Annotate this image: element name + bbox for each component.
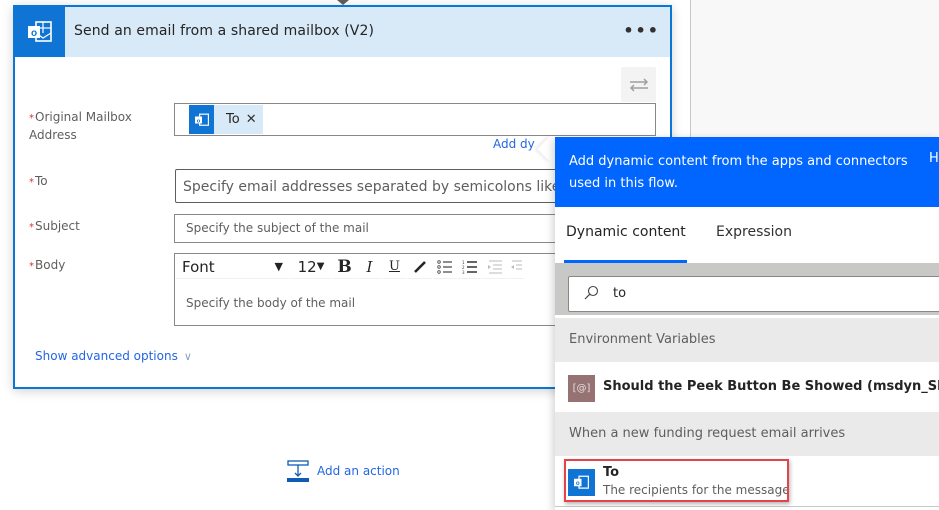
add-action-label: Add an action xyxy=(317,464,400,478)
variable-icon: [@] xyxy=(568,375,595,402)
add-action-icon xyxy=(287,460,309,482)
section-title: When a new funding request email arrives xyxy=(569,426,846,441)
font-value: Font xyxy=(182,257,215,276)
bullet-list-icon[interactable] xyxy=(433,255,458,279)
numbered-list-icon[interactable]: 123 xyxy=(458,255,483,279)
section-trigger[interactable]: When a new funding request email arrives xyxy=(555,412,939,456)
body-label-text: Body xyxy=(35,258,66,272)
search-area: to xyxy=(555,263,939,315)
mailbox-label: *Original Mailbox Address xyxy=(29,109,159,143)
to-label-text: To xyxy=(35,174,48,188)
search-input[interactable]: to xyxy=(568,276,939,312)
font-select[interactable]: Font ▼ xyxy=(176,255,291,279)
show-advanced-options-link[interactable]: Show advanced options ∨ xyxy=(35,349,192,363)
panel-tabs: Dynamic content Expression xyxy=(555,207,939,263)
dynamic-content-panel: Add dynamic content from the apps and co… xyxy=(555,137,939,510)
item-label: Should the Peek Button Be Showed (msdyn_… xyxy=(603,379,939,394)
font-size-value: 12 xyxy=(297,257,317,276)
search-value: to xyxy=(613,286,627,301)
section-environment-variables[interactable]: Environment Variables xyxy=(555,318,939,362)
tab-expression[interactable]: Expression xyxy=(716,224,792,240)
svg-text:o: o xyxy=(576,480,580,487)
to-field[interactable]: Specify email addresses separated by sem… xyxy=(175,169,581,203)
underline-button[interactable]: U xyxy=(383,255,408,279)
required-mark: * xyxy=(29,113,34,124)
mailbox-label-text: Original Mailbox Address xyxy=(29,110,132,142)
svg-text:3: 3 xyxy=(462,270,465,274)
outlook-icon: o xyxy=(189,105,214,134)
outdent-icon[interactable] xyxy=(508,255,525,279)
search-icon xyxy=(584,285,599,300)
subject-field[interactable]: Specify the subject of the mail xyxy=(174,214,574,243)
required-mark: * xyxy=(29,222,34,233)
swap-arrows-icon[interactable] xyxy=(621,67,656,102)
item-description: The recipients for the message xyxy=(603,483,790,497)
bold-button[interactable]: B xyxy=(333,255,358,279)
subject-label: *Subject xyxy=(29,218,80,236)
chevron-down-icon: ∨ xyxy=(183,350,192,363)
svg-text:o: o xyxy=(196,118,200,124)
add-dynamic-content-link[interactable]: Add dy xyxy=(493,137,535,151)
to-placeholder: Specify email addresses separated by sem… xyxy=(183,179,581,195)
list-item-to[interactable]: o To The recipients for the message xyxy=(555,460,939,507)
tab-dynamic-content[interactable]: Dynamic content xyxy=(566,224,686,240)
outlook-icon: o xyxy=(568,469,595,496)
svg-text:o: o xyxy=(31,28,37,39)
add-action-button[interactable]: Add an action xyxy=(287,460,400,482)
section-title: Environment Variables xyxy=(569,332,716,347)
italic-button[interactable]: I xyxy=(358,255,383,279)
required-mark: * xyxy=(29,177,34,188)
list-item[interactable]: [@] Should the Peek Button Be Showed (ms… xyxy=(555,362,939,411)
more-options-button[interactable]: ••• xyxy=(623,21,660,40)
item-label: To xyxy=(603,465,620,480)
required-mark: * xyxy=(29,261,34,272)
dynamic-panel-description: Add dynamic content from the apps and co… xyxy=(569,154,908,191)
body-label: *Body xyxy=(29,257,65,275)
font-size-select[interactable]: 12 ▼ xyxy=(291,255,333,279)
token-label: To xyxy=(226,112,240,127)
rich-text-toolbar: Font ▼ 12 ▼ B I U 123 xyxy=(176,255,573,280)
token-to[interactable]: o To ✕ xyxy=(189,105,263,134)
mailbox-field[interactable]: o To ✕ xyxy=(174,103,656,136)
card-header[interactable]: o Send an email from a shared mailbox (V… xyxy=(15,7,670,57)
indent-icon[interactable] xyxy=(483,255,508,279)
outlook-icon: o xyxy=(15,7,65,57)
to-label: *To xyxy=(29,173,48,191)
dynamic-panel-header: Add dynamic content from the apps and co… xyxy=(555,137,939,207)
close-icon[interactable]: ✕ xyxy=(246,112,257,127)
advanced-label: Show advanced options xyxy=(35,349,178,363)
chevron-down-icon: ▼ xyxy=(274,260,283,273)
subject-label-text: Subject xyxy=(35,219,80,233)
card-title: Send an email from a shared mailbox (V2) xyxy=(74,23,375,39)
body-editor[interactable]: Font ▼ 12 ▼ B I U 123 Specify the body o… xyxy=(174,253,574,326)
chevron-down-icon: ▼ xyxy=(316,261,325,272)
hide-link[interactable]: H xyxy=(929,151,939,166)
body-placeholder: Specify the body of the mail xyxy=(186,296,356,310)
subject-placeholder: Specify the subject of the mail xyxy=(186,221,369,235)
pen-icon[interactable] xyxy=(408,255,433,279)
